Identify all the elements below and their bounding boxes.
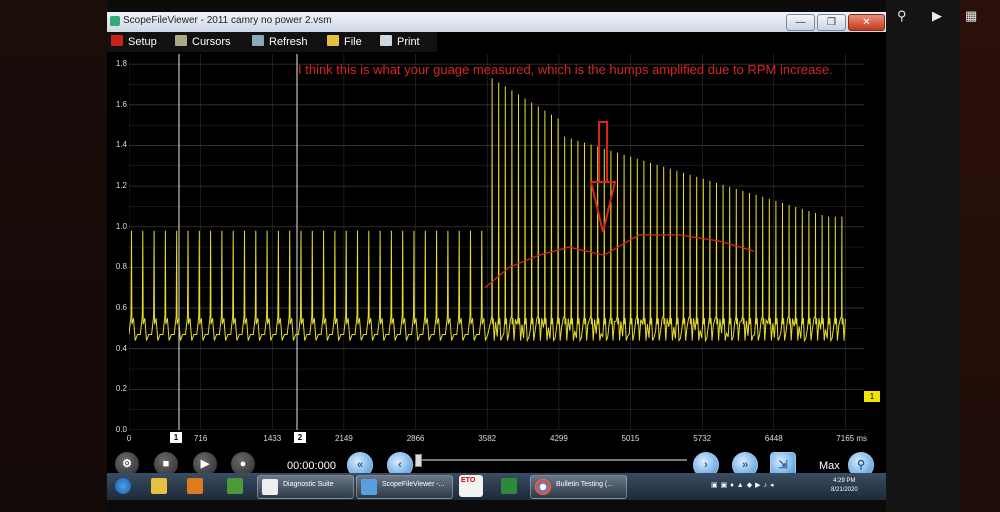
system-tray[interactable]: ▣▣♦▲◆▶♪◂ xyxy=(711,481,777,489)
folder-icon xyxy=(327,35,339,46)
scope-icon xyxy=(361,479,377,495)
eto-button[interactable]: ETO xyxy=(459,475,483,497)
search-icon[interactable]: ⚲ xyxy=(897,8,907,24)
toolbox-icon xyxy=(111,35,123,46)
x-tick-label: 2866 xyxy=(406,434,425,443)
cursor-icon xyxy=(175,35,187,46)
start-button[interactable] xyxy=(111,475,135,497)
cursors-button[interactable]: Cursors xyxy=(175,34,231,50)
cursor-1-marker[interactable]: 1 xyxy=(170,432,182,443)
minimize-button[interactable]: — xyxy=(786,14,815,31)
y-tick-label: 0.8 xyxy=(115,262,127,272)
y-tick-label: 0.2 xyxy=(115,384,127,394)
y-tick-label: 0.4 xyxy=(115,343,127,353)
setup-label: Setup xyxy=(128,36,157,48)
eto-label: ETO xyxy=(461,477,476,484)
windows-orb-icon xyxy=(115,478,131,494)
media-icon xyxy=(187,478,203,494)
x-tick-label: 0 xyxy=(126,434,132,443)
close-button[interactable]: ✕ xyxy=(848,14,885,31)
scope-viewer-window: ScopeFileViewer - 2011 camry no power 2.… xyxy=(107,12,886,500)
file-button[interactable]: File xyxy=(327,34,362,50)
title-bar[interactable]: ScopeFileViewer - 2011 camry no power 2.… xyxy=(107,12,886,32)
y-tick-label: 1.0 xyxy=(115,221,127,231)
waveform-plot[interactable] xyxy=(129,54,864,430)
y-tick-label: 0.6 xyxy=(115,303,127,313)
y-tick-label: 1.8 xyxy=(115,59,127,69)
device-icon xyxy=(227,478,243,494)
cursor-2-marker[interactable]: 2 xyxy=(294,432,306,443)
printer-icon xyxy=(380,35,392,46)
cursors-label: Cursors xyxy=(192,36,231,48)
x-tick-label: 5732 xyxy=(693,434,712,443)
car-tool-icon xyxy=(501,478,517,494)
explorer-button[interactable] xyxy=(147,475,173,497)
y-tick-label: 1.4 xyxy=(115,140,127,150)
plot-grid xyxy=(129,54,864,430)
x-tick-label: 716 xyxy=(193,434,208,443)
taskbar-diagnostic-suite[interactable]: Diagnostic Suite xyxy=(257,475,354,499)
seek-track[interactable] xyxy=(417,459,687,461)
taskbar-app-label: Diagnostic Suite xyxy=(283,481,334,488)
background-app-strip xyxy=(960,0,1000,512)
cursor-tag[interactable]: 1 xyxy=(864,391,880,402)
annotation-text: I think this is what your guage measured… xyxy=(298,62,833,77)
background-app-left xyxy=(0,0,108,512)
taskbar-app-label: ScopeFileViewer -... xyxy=(382,481,445,488)
folder-icon xyxy=(151,478,167,494)
play-icon[interactable]: ▶ xyxy=(932,8,942,24)
window-title: ScopeFileViewer - 2011 camry no power 2.… xyxy=(123,15,332,26)
print-button[interactable]: Print xyxy=(380,34,420,50)
setup-button[interactable]: Setup xyxy=(111,34,157,50)
seek-thumb[interactable] xyxy=(415,454,422,467)
y-tick-label: 1.2 xyxy=(115,181,127,191)
grid-icon[interactable]: ▦ xyxy=(965,8,977,24)
time-readout: 00:00:000 xyxy=(287,460,336,472)
x-tick-label: 7165 ms xyxy=(836,434,867,443)
diagnostic-icon xyxy=(262,479,278,495)
device-app-button[interactable] xyxy=(223,475,249,497)
y-tick-label: 1.6 xyxy=(115,99,127,109)
max-label: Max xyxy=(819,460,840,472)
file-label: File xyxy=(344,36,362,48)
refresh-icon xyxy=(252,35,264,46)
taskbar-bulletin-testing[interactable]: Bulletin Testing (... xyxy=(530,475,627,499)
techstream-button[interactable] xyxy=(497,475,521,497)
cursor-lines xyxy=(178,54,298,430)
x-tick-label: 6448 xyxy=(764,434,783,443)
x-tick-label: 3582 xyxy=(478,434,497,443)
app-icon xyxy=(110,16,120,26)
refresh-button[interactable]: Refresh xyxy=(252,34,308,50)
clock-date: 8/21/2020 xyxy=(831,487,858,493)
taskbar-scopefileviewer[interactable]: ScopeFileViewer -... xyxy=(356,475,453,499)
media-player-button[interactable] xyxy=(183,475,209,497)
taskbar: Diagnostic Suite ScopeFileViewer -... ET… xyxy=(107,473,886,500)
x-tick-label: 5015 xyxy=(621,434,640,443)
x-tick-label: 2149 xyxy=(334,434,353,443)
toolbar: Setup Cursors Refresh File Print xyxy=(107,32,437,52)
taskbar-app-label: Bulletin Testing (... xyxy=(556,481,614,488)
print-label: Print xyxy=(397,36,420,48)
x-tick-label: 1433 xyxy=(263,434,282,443)
clock[interactable]: 4:29 PM 8/21/2020 xyxy=(831,477,858,495)
refresh-label: Refresh xyxy=(269,36,308,48)
x-tick-label: 4299 xyxy=(549,434,568,443)
clock-time: 4:29 PM xyxy=(833,478,856,484)
maximize-button[interactable]: ❐ xyxy=(817,14,846,31)
x-axis: 1 2 0 716 1433 2149 2866 3582 4299 5015 5732 6448… xyxy=(107,430,886,448)
chrome-icon xyxy=(535,479,551,495)
